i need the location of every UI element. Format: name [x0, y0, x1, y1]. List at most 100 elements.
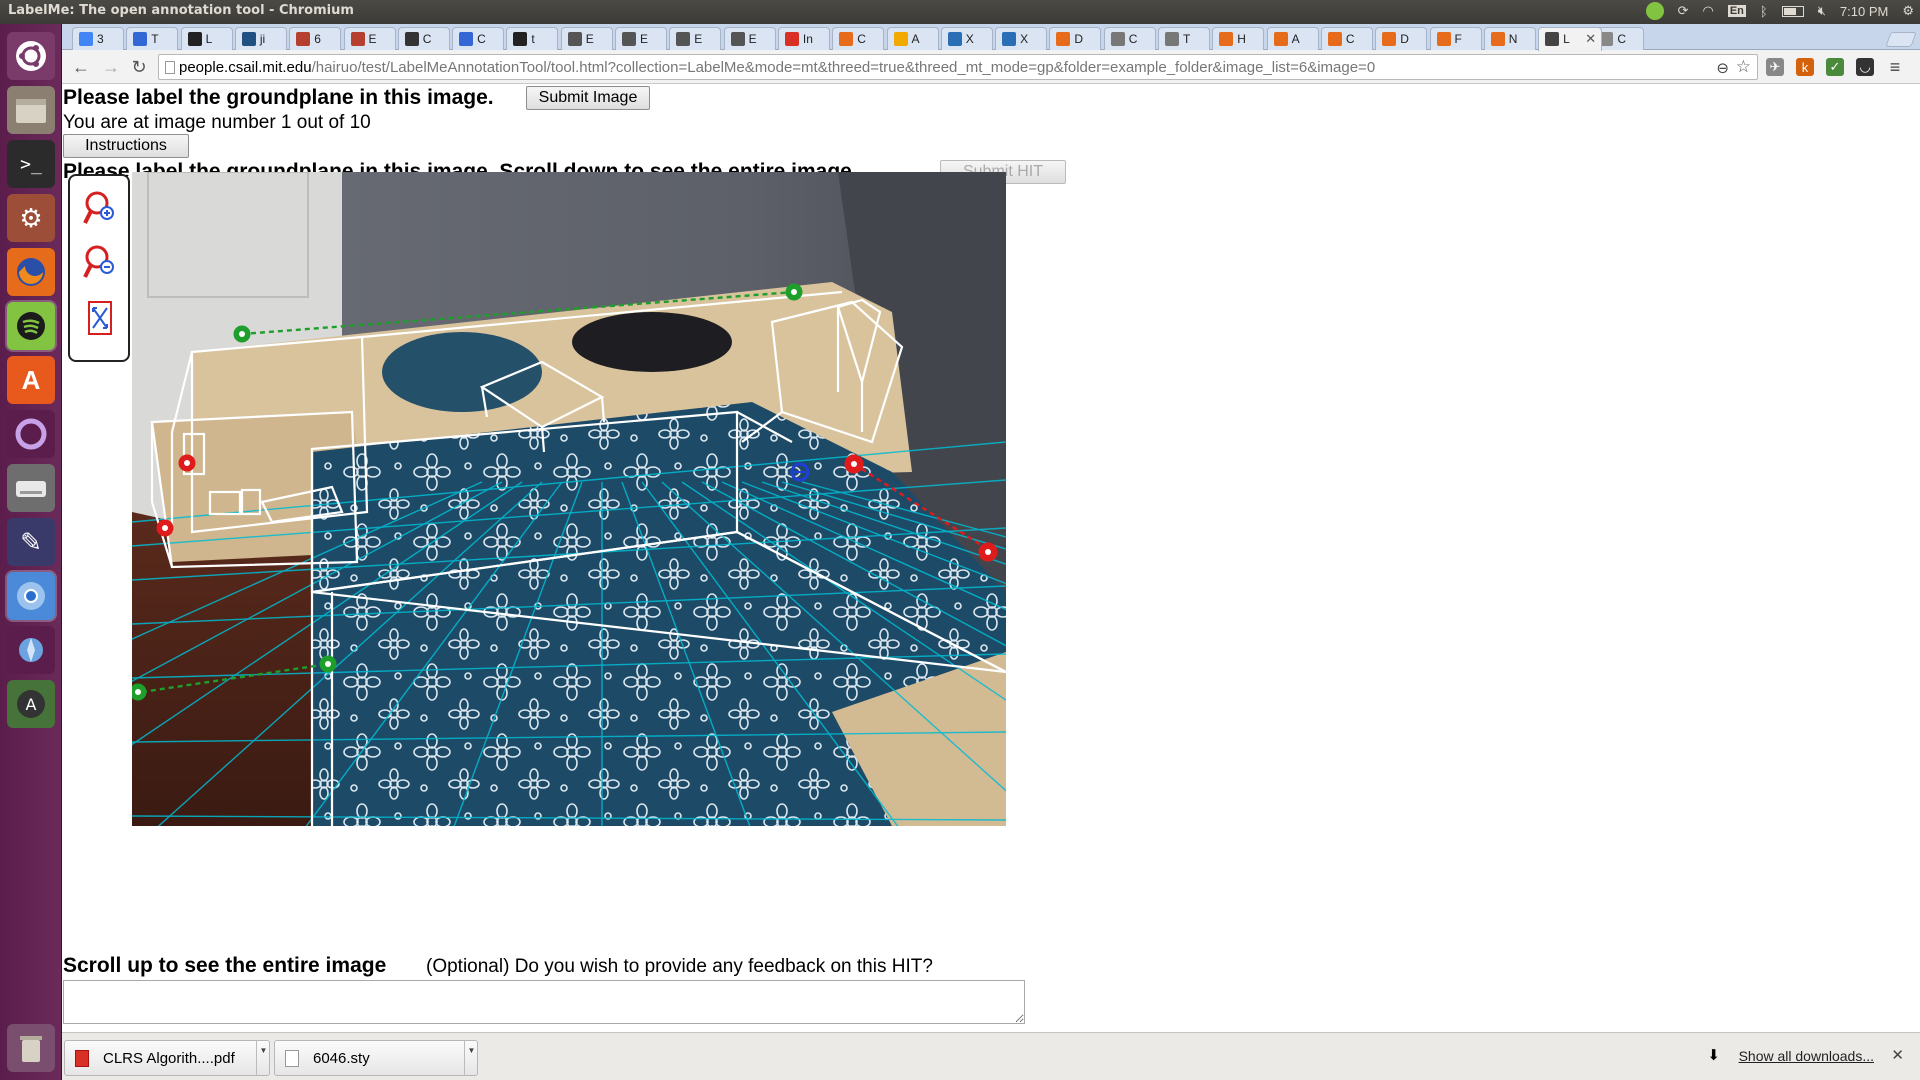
browser-tab[interactable]: H: [1212, 27, 1265, 50]
system-settings-icon[interactable]: ⚙: [7, 194, 55, 242]
browser-tab[interactable]: N: [1483, 27, 1536, 50]
zoom-in-icon[interactable]: [82, 188, 118, 228]
zoom-out-icon[interactable]: [82, 242, 118, 282]
browser-tab[interactable]: E: [560, 27, 613, 50]
firefox-icon[interactable]: [7, 248, 55, 296]
chromium-icon[interactable]: [7, 572, 55, 620]
settings-gear-icon[interactable]: ⚙: [1902, 3, 1914, 19]
browser-tab[interactable]: T: [126, 27, 179, 50]
annotation-canvas[interactable]: [132, 172, 1006, 826]
wifi-indicator-icon[interactable]: ◠: [1703, 3, 1714, 19]
browser-tab[interactable]: F: [1429, 27, 1482, 50]
browser-toolbar: ← → ↻ people.csail.mit.edu/hairuo/test/L…: [62, 50, 1920, 84]
instructions-button[interactable]: Instructions: [63, 134, 189, 158]
tab-label: A: [911, 32, 920, 46]
files-icon[interactable]: [7, 86, 55, 134]
browser-tab[interactable]: X: [995, 27, 1048, 50]
bluetooth-indicator-icon[interactable]: ᛒ: [1760, 4, 1768, 19]
menu-icon[interactable]: ≡: [1886, 57, 1904, 77]
disk-drive-icon[interactable]: [7, 464, 55, 512]
tab-label: ji: [259, 32, 266, 46]
spotify-icon[interactable]: [7, 302, 55, 350]
ubuntu-one-icon[interactable]: [7, 410, 55, 458]
browser-tab[interactable]: L: [180, 27, 233, 50]
tab-label: T: [151, 32, 159, 46]
tab-label: C: [422, 32, 432, 46]
download-menu-chevron-icon[interactable]: ▼: [464, 1040, 478, 1076]
browser-tab[interactable]: E: [669, 27, 722, 50]
browser-tab[interactable]: L ✕: [1538, 27, 1603, 51]
reload-icon[interactable]: ↻: [128, 56, 150, 78]
unity-launcher: >_ ⚙ A ✎ A: [0, 24, 62, 1080]
tab-favicon-icon: [79, 32, 93, 46]
feedback-textarea[interactable]: [63, 980, 1025, 1024]
extension-k-icon[interactable]: k: [1796, 58, 1814, 76]
new-tab-button[interactable]: [1885, 32, 1917, 47]
image-counter: You are at image number 1 out of 10: [63, 112, 371, 133]
browser-tab[interactable]: A: [1266, 27, 1319, 50]
volume-muted-icon[interactable]: 🔇︎: [1818, 3, 1826, 19]
browser-tab[interactable]: C: [452, 27, 505, 50]
tab-favicon-icon: [513, 32, 528, 46]
tab-label: E: [585, 32, 594, 46]
tab-label: F: [1454, 32, 1462, 46]
browser-tab[interactable]: C: [397, 27, 450, 50]
download-item-name: 6046.sty: [313, 1049, 370, 1067]
download-item-sty[interactable]: 6046.sty ▼: [274, 1040, 478, 1076]
fit-to-screen-icon[interactable]: [82, 298, 118, 338]
download-item-pdf[interactable]: CLRS Algorith....pdf ▼: [64, 1040, 270, 1076]
address-bar[interactable]: people.csail.mit.edu/hairuo/test/LabelMe…: [158, 54, 1758, 80]
browser-tab[interactable]: D: [1375, 27, 1428, 50]
tab-label: C: [1617, 32, 1627, 46]
keyboard-layout-indicator[interactable]: En: [1727, 5, 1746, 17]
trash-icon[interactable]: [7, 1024, 55, 1072]
browser-tab[interactable]: C: [1103, 27, 1156, 50]
annotation-tool-panel: [68, 174, 130, 362]
tab-favicon-icon: [459, 32, 474, 46]
inkscape-icon[interactable]: ✎: [7, 518, 55, 566]
tab-label: E: [694, 32, 703, 46]
browser-tab[interactable]: 6: [289, 27, 342, 50]
url-host: people.csail.mit.edu: [179, 59, 312, 76]
forward-arrow-icon[interactable]: →: [100, 56, 122, 78]
show-all-downloads-link[interactable]: Show all downloads...: [1739, 1048, 1874, 1064]
close-shelf-icon[interactable]: ✕: [1891, 1046, 1904, 1064]
scroll-up-heading: Scroll up to see the entire image: [63, 954, 387, 977]
battery-indicator-icon[interactable]: [1781, 5, 1804, 17]
terminal-icon[interactable]: >_: [7, 140, 55, 188]
shotwell-icon[interactable]: [7, 626, 55, 674]
browser-tab[interactable]: 3: [72, 27, 124, 50]
tab-label: 3: [97, 32, 104, 46]
download-menu-chevron-icon[interactable]: ▼: [256, 1040, 270, 1076]
clock[interactable]: 7:10 PM: [1840, 4, 1888, 19]
browser-tab[interactable]: A: [886, 27, 939, 50]
back-arrow-icon[interactable]: ←: [70, 56, 92, 78]
browser-tab[interactable]: E: [615, 27, 667, 50]
tab-label: X: [1020, 32, 1029, 46]
ubuntu-dash-icon[interactable]: [7, 32, 55, 80]
browser-tab[interactable]: C: [1320, 27, 1373, 50]
browser-tab[interactable]: ji: [234, 27, 287, 50]
pocket-icon[interactable]: ◡: [1856, 58, 1874, 76]
software-center-icon[interactable]: A: [7, 356, 55, 404]
tab-favicon-icon: [187, 32, 202, 46]
close-tab-icon[interactable]: ✕: [1585, 31, 1596, 47]
tab-label: L: [205, 32, 213, 46]
extension-badge-icon[interactable]: ✓: [1826, 58, 1844, 76]
page-heading: Please label the groundplane in this ima…: [63, 86, 494, 109]
browser-tab[interactable]: T: [1158, 27, 1210, 50]
extension-pin-icon[interactable]: ✈: [1766, 58, 1784, 76]
spotify-indicator-icon[interactable]: [1645, 2, 1664, 20]
browser-tab[interactable]: t: [506, 27, 559, 50]
browser-tab[interactable]: D: [1049, 27, 1102, 50]
browser-tab[interactable]: X: [940, 27, 993, 50]
submit-image-button[interactable]: Submit Image: [526, 86, 650, 110]
browser-tab[interactable]: E: [343, 27, 396, 50]
browser-tab[interactable]: C: [832, 27, 885, 50]
sync-indicator-icon[interactable]: ⟳: [1678, 3, 1689, 19]
browser-tab[interactable]: E: [723, 27, 776, 50]
browser-tab[interactable]: In: [777, 27, 830, 50]
zoom-icon[interactable]: ⊖: [1716, 59, 1729, 77]
update-manager-icon[interactable]: A: [7, 680, 55, 728]
bookmark-star-icon[interactable]: ☆: [1736, 57, 1751, 77]
